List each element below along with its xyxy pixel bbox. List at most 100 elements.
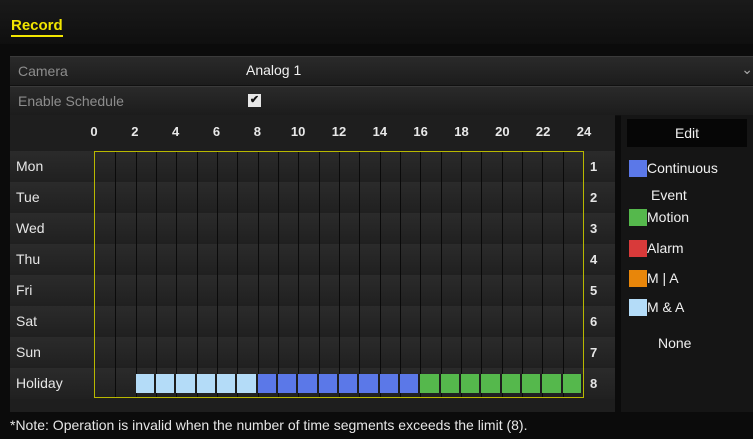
schedule-segment[interactable] (440, 374, 461, 393)
motion-or-alarm-label: M | A (647, 270, 679, 286)
enable-schedule-checkbox[interactable]: ✔ (248, 94, 261, 107)
hour-grid-line (278, 152, 279, 397)
hour-grid-line (522, 152, 523, 397)
alarm-swatch (629, 240, 647, 257)
motion-or-alarm-swatch (629, 270, 647, 287)
hour-grid-line (135, 152, 137, 397)
hour-grid-line (217, 152, 218, 397)
hour-grid-line (379, 152, 381, 397)
hour-grid-line (461, 152, 462, 397)
hour-tick-label: 10 (290, 124, 306, 139)
enable-schedule-label: Enable Schedule (18, 93, 124, 109)
hour-tick-label: 12 (331, 124, 347, 139)
hour-grid-line (257, 152, 259, 397)
hour-grid-line (115, 152, 117, 397)
schedule-segment[interactable] (318, 374, 339, 393)
day-copy-number[interactable]: 6 (590, 314, 597, 329)
schedule-segment[interactable] (237, 374, 258, 393)
motion-and-alarm-label: M & A (647, 299, 685, 315)
schedule-segment[interactable] (461, 374, 482, 393)
day-label: Wed (16, 220, 45, 236)
hour-grid-line (359, 152, 361, 397)
legend-panel: Edit Continuous Event Motion Alarm M | A… (621, 115, 753, 412)
continuous-label: Continuous (647, 160, 718, 176)
hour-tick-label: 4 (172, 124, 180, 139)
schedule-segment[interactable] (400, 374, 421, 393)
hour-grid-line (298, 152, 300, 397)
schedule-panel: 0 2 4 6 8 10 12 14 16 18 20 22 24 Mon 1 Tue 2 Wed 3 Thu 4 Fr… (10, 115, 615, 412)
schedule-segment[interactable] (217, 374, 238, 393)
camera-label: Camera (18, 63, 68, 79)
motion-and-alarm-swatch (629, 299, 647, 316)
hour-tick-label: 6 (212, 124, 221, 139)
hour-grid-line (156, 152, 157, 397)
day-label: Mon (16, 158, 44, 174)
hour-grid-line (440, 152, 442, 397)
day-copy-number[interactable]: 3 (590, 221, 597, 236)
schedule-segment[interactable] (176, 374, 197, 393)
schedule-grid[interactable] (94, 151, 584, 398)
hour-tick-label: 18 (454, 124, 469, 139)
alarm-label: Alarm (647, 240, 684, 256)
hour-grid-line (481, 152, 483, 397)
hour-grid-line (318, 152, 320, 397)
schedule-segment[interactable] (522, 374, 543, 393)
title-bar: Record (0, 0, 753, 44)
day-label: Thu (16, 251, 41, 267)
schedule-segment[interactable] (420, 374, 441, 393)
day-label: Sun (16, 344, 41, 360)
hour-grid-line (400, 152, 401, 397)
schedule-segment[interactable] (257, 374, 278, 393)
day-copy-number[interactable]: 7 (590, 345, 597, 360)
legend-none[interactable]: None (658, 335, 691, 351)
camera-dropdown[interactable]: Analog 1 ⌄ (240, 57, 753, 85)
chevron-down-icon[interactable]: ⌄ (741, 61, 753, 78)
hour-tick-label: 2 (131, 124, 139, 139)
hour-grid-line (176, 152, 178, 397)
hour-tick-label: 8 (253, 124, 261, 139)
schedule-segment[interactable] (156, 374, 177, 393)
schedule-segment[interactable] (298, 374, 319, 393)
schedule-segment[interactable] (135, 374, 156, 393)
camera-value: Analog 1 (246, 62, 302, 78)
hour-tick-label: 0 (90, 124, 98, 139)
hour-grid-line (420, 152, 422, 397)
schedule-segment[interactable] (481, 374, 502, 393)
motion-swatch (629, 209, 647, 226)
hour-grid-line (501, 152, 503, 397)
schedule-segment[interactable] (501, 374, 522, 393)
hour-tick-label: 24 (576, 124, 592, 139)
hour-grid-line (542, 152, 544, 397)
schedule-segment[interactable] (278, 374, 299, 393)
day-label: Holiday (16, 375, 63, 391)
edit-button[interactable]: Edit (627, 119, 747, 147)
schedule-segment[interactable] (196, 374, 217, 393)
hour-tick-label: 22 (535, 124, 551, 139)
page-title-record-tab[interactable]: Record (11, 17, 63, 37)
day-copy-number[interactable]: 5 (590, 283, 597, 298)
hour-grid-line (339, 152, 340, 397)
hour-grid-line (237, 152, 239, 397)
event-label: Event (651, 187, 687, 203)
enable-schedule-row: Enable Schedule ✔ (10, 86, 753, 116)
schedule-segment[interactable] (339, 374, 360, 393)
motion-label: Motion (647, 209, 690, 225)
hour-grid-line (196, 152, 198, 397)
day-copy-number[interactable]: 4 (590, 252, 597, 267)
schedule-segment[interactable] (359, 374, 380, 393)
day-label: Sat (16, 313, 38, 329)
hour-tick-label: 16 (413, 124, 428, 139)
day-copy-number[interactable]: 1 (590, 159, 597, 174)
camera-row: Camera Analog 1 ⌄ (10, 56, 753, 86)
day-copy-number[interactable]: 8 (590, 376, 597, 391)
continuous-swatch (629, 160, 647, 177)
day-label: Tue (16, 189, 40, 205)
footer-note: *Note: Operation is invalid when the num… (10, 417, 528, 433)
hour-grid-line (562, 152, 564, 397)
hour-tick-label: 14 (372, 124, 388, 139)
schedule-segment[interactable] (379, 374, 400, 393)
schedule-segment[interactable] (562, 374, 583, 393)
day-label: Fri (16, 282, 33, 298)
day-copy-number[interactable]: 2 (590, 190, 597, 205)
schedule-segment[interactable] (542, 374, 563, 393)
